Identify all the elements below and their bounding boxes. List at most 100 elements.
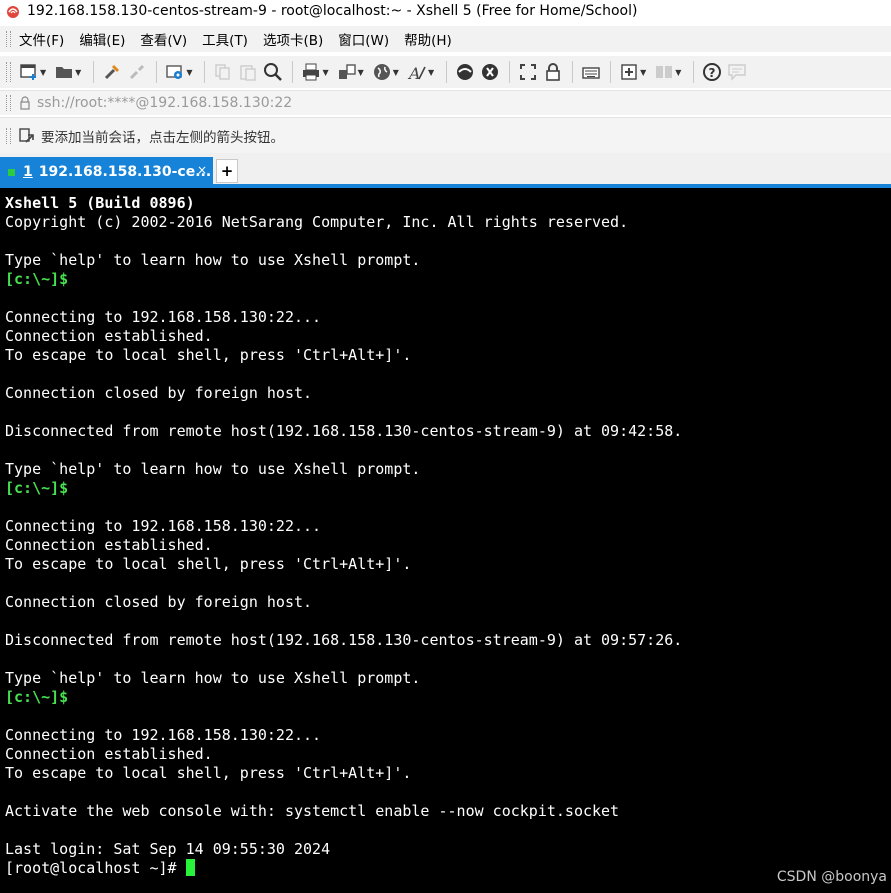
lock-icon[interactable] bbox=[541, 60, 565, 84]
terminal-line: Connecting to 192.168.158.130:22... bbox=[5, 726, 322, 744]
open-dropdown-icon[interactable]: ▼ bbox=[75, 68, 81, 77]
tab-bar: 1 192.168.158.130-ce... × + bbox=[0, 153, 891, 187]
paste-icon[interactable] bbox=[236, 60, 260, 84]
menu-edit[interactable]: 编辑(E) bbox=[79, 29, 125, 49]
toolbar-separator bbox=[93, 61, 95, 83]
copy-icon[interactable] bbox=[211, 60, 235, 84]
layout-icon[interactable] bbox=[652, 60, 676, 84]
terminal-line: Type `help' to learn how to use Xshell p… bbox=[5, 460, 421, 478]
address-grip[interactable] bbox=[6, 95, 11, 111]
session-hint-bar: 要添加当前会话，点击左侧的箭头按钮。 bbox=[0, 117, 891, 154]
terminal-line: To escape to local shell, press 'Ctrl+Al… bbox=[5, 555, 412, 573]
tab-session[interactable]: 1 192.168.158.130-ce... × bbox=[0, 157, 213, 187]
terminal[interactable]: Xshell 5 (Build 0896) Copyright (c) 2002-… bbox=[0, 188, 891, 893]
toolbar: ▼ ▼ ▼ ▼ ▼ ▼ A ▼ ▼ ▼ ? bbox=[0, 56, 891, 88]
toolbar-separator bbox=[509, 61, 511, 83]
new-session-icon[interactable] bbox=[17, 60, 41, 84]
keyboard-icon[interactable] bbox=[579, 60, 603, 84]
toolbar-separator bbox=[693, 61, 695, 83]
find-icon[interactable] bbox=[261, 60, 285, 84]
address-input[interactable]: ssh://root:****@192.168.158.130:22 bbox=[37, 95, 292, 111]
terminal-line: Disconnected from remote host(192.168.15… bbox=[5, 422, 683, 440]
menu-file[interactable]: 文件(F) bbox=[19, 29, 64, 49]
layout-dropdown-icon[interactable]: ▼ bbox=[675, 68, 681, 77]
terminal-line: Connecting to 192.168.158.130:22... bbox=[5, 517, 322, 535]
toolbar-separator bbox=[446, 61, 448, 83]
terminal-prompt-line: [c:\~]$ bbox=[5, 270, 69, 288]
title-bar: 192.168.158.130-centos-stream-9 - root@l… bbox=[0, 0, 891, 22]
close-icon[interactable]: × bbox=[197, 163, 207, 177]
terminal-prompt-line: [c:\~]$ bbox=[5, 479, 69, 497]
terminal-line: Last login: Sat Sep 14 09:55:30 2024 bbox=[5, 840, 331, 858]
add-tab-dropdown-icon[interactable]: ▼ bbox=[640, 68, 646, 77]
menu-help[interactable]: 帮助(H) bbox=[404, 29, 452, 49]
menu-grip[interactable] bbox=[6, 31, 11, 47]
watermark: CSDN @boonya bbox=[776, 869, 887, 885]
terminal-line: Type `help' to learn how to use Xshell p… bbox=[5, 251, 421, 269]
toolbar-separator bbox=[156, 61, 158, 83]
terminal-prompt-line: [c:\~]$ bbox=[5, 688, 69, 706]
menu-tools[interactable]: 工具(T) bbox=[202, 29, 248, 49]
add-tab-button[interactable]: + bbox=[216, 159, 238, 183]
hint-text: 要添加当前会话，点击左侧的箭头按钮。 bbox=[41, 130, 284, 146]
fullscreen-icon[interactable] bbox=[516, 60, 540, 84]
window-title: 192.168.158.130-centos-stream-9 - root@l… bbox=[27, 3, 638, 19]
menu-bar: 文件(F) 编辑(E) 查看(V) 工具(T) 选项卡(B) 窗口(W) 帮助(… bbox=[0, 26, 891, 52]
terminal-line: Type `help' to learn how to use Xshell p… bbox=[5, 669, 421, 687]
globe-icon[interactable] bbox=[370, 60, 394, 84]
chat-icon[interactable] bbox=[725, 60, 749, 84]
cursor bbox=[185, 859, 195, 876]
print-icon[interactable] bbox=[299, 60, 323, 84]
toolbar-separator bbox=[610, 61, 612, 83]
transfer-icon[interactable] bbox=[335, 60, 359, 84]
tab-label: 192.168.158.130-ce... bbox=[38, 164, 212, 180]
xftp-icon[interactable] bbox=[453, 60, 477, 84]
lock-icon bbox=[20, 96, 30, 110]
properties-icon[interactable] bbox=[163, 60, 187, 84]
terminal-line: Connection closed by foreign host. bbox=[5, 384, 313, 402]
font-dropdown-icon[interactable]: ▼ bbox=[428, 68, 434, 77]
xshell-icon bbox=[7, 6, 19, 18]
terminal-line: Activate the web console with: systemctl… bbox=[5, 802, 620, 820]
connect-icon[interactable] bbox=[100, 60, 124, 84]
connected-status-icon bbox=[8, 168, 15, 176]
menu-tabs[interactable]: 选项卡(B) bbox=[263, 29, 323, 49]
toolbar-separator bbox=[572, 61, 574, 83]
new-session-dropdown-icon[interactable]: ▼ bbox=[40, 68, 46, 77]
terminal-line: Connecting to 192.168.158.130:22... bbox=[5, 308, 322, 326]
terminal-line: To escape to local shell, press 'Ctrl+Al… bbox=[5, 764, 412, 782]
transfer-dropdown-icon[interactable]: ▼ bbox=[358, 68, 364, 77]
terminal-line: To escape to local shell, press 'Ctrl+Al… bbox=[5, 346, 412, 364]
properties-dropdown-icon[interactable]: ▼ bbox=[186, 68, 192, 77]
hint-grip[interactable] bbox=[6, 128, 11, 144]
xmanager-icon[interactable] bbox=[478, 60, 502, 84]
terminal-current-line: [root@localhost ~]# bbox=[5, 859, 682, 878]
globe-dropdown-icon[interactable]: ▼ bbox=[393, 68, 399, 77]
svg-text:A: A bbox=[407, 64, 421, 82]
terminal-line: Connection established. bbox=[5, 327, 213, 345]
toolbar-separator bbox=[292, 61, 294, 83]
print-dropdown-icon[interactable]: ▼ bbox=[322, 68, 328, 77]
terminal-output: Xshell 5 (Build 0896) Copyright (c) 2002-… bbox=[5, 194, 682, 878]
svg-text:?: ? bbox=[709, 66, 716, 80]
terminal-line: Connection established. bbox=[5, 745, 213, 763]
arrow-icon[interactable] bbox=[19, 128, 35, 144]
add-tab-icon[interactable] bbox=[617, 60, 641, 84]
menu-view[interactable]: 查看(V) bbox=[140, 29, 187, 49]
help-icon[interactable]: ? bbox=[700, 60, 724, 84]
toolbar-grip[interactable] bbox=[6, 62, 11, 82]
shell-prompt: [root@localhost ~]# bbox=[5, 859, 186, 877]
disconnect-icon[interactable] bbox=[125, 60, 149, 84]
open-folder-icon[interactable] bbox=[52, 60, 76, 84]
menu-window[interactable]: 窗口(W) bbox=[338, 29, 389, 49]
terminal-line: Connection established. bbox=[5, 536, 213, 554]
font-icon[interactable]: A bbox=[405, 60, 429, 84]
